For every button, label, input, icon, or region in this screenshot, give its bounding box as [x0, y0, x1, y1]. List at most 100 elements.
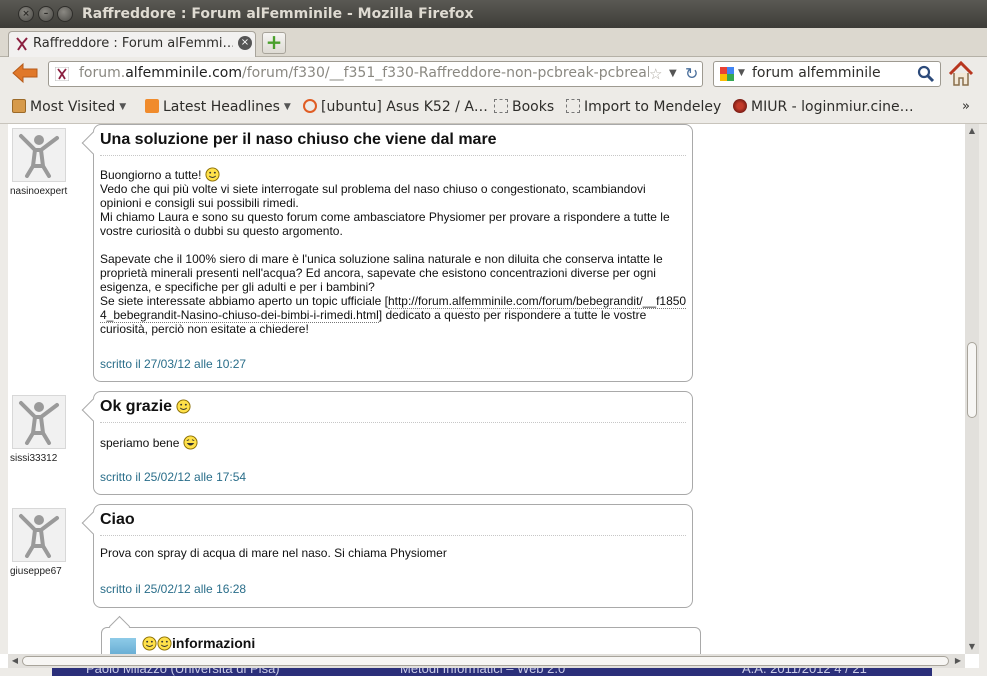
bookmark-latest-headlines[interactable]: Latest Headlines ▼: [145, 99, 291, 115]
search-magnifier-icon[interactable]: [917, 65, 935, 83]
url-history-dropdown-icon[interactable]: ▼: [669, 68, 677, 79]
google-icon[interactable]: [720, 67, 734, 81]
url-path: /forum/f330/__f351_f330-Raffreddore-non-…: [242, 65, 649, 81]
post-body: Buongiorno a tutte! Vedo che qui più vol…: [100, 167, 688, 336]
post-date-link[interactable]: scritto il 25/02/12 alle 16:28: [100, 582, 246, 596]
scroll-up-arrow-icon[interactable]: ▲: [965, 124, 979, 138]
user-silhouette-icon: [19, 401, 59, 445]
minimize-window-button[interactable]: –: [38, 6, 54, 22]
home-icon[interactable]: [947, 60, 975, 88]
vertical-scrollbar[interactable]: ▲ ▼: [965, 124, 979, 654]
horizontal-scrollbar-thumb[interactable]: [22, 656, 949, 666]
browser-window: × – Raffreddore : Forum alFemminile - Mo…: [0, 0, 987, 676]
info-thumbnail: [110, 638, 136, 654]
chevron-down-icon: ▼: [283, 102, 291, 112]
window-left-edge: [0, 124, 8, 654]
post-bubble: Ciao Prova con spray di acqua di mare ne…: [81, 504, 693, 608]
bookmark-star-icon[interactable]: ☆: [649, 65, 662, 83]
post-text-paragraph: Sapevate che il 100% siero di mare è l'u…: [100, 252, 663, 294]
post-username[interactable]: nasinoexpert: [10, 186, 67, 197]
post-username[interactable]: giuseppe67: [10, 566, 62, 577]
smiley-icon: [176, 399, 192, 414]
laughing-smiley-icon: [183, 435, 198, 450]
rss-feed-icon: [145, 99, 159, 113]
bookmark-label: Latest Headlines: [163, 99, 280, 115]
smiley-icon: [142, 636, 157, 651]
reload-icon[interactable]: ↻: [685, 64, 698, 83]
tab-label: Raffreddore : Forum alFemmi…: [33, 36, 233, 51]
post-body: speriamo bene: [100, 435, 688, 450]
avatar[interactable]: [12, 395, 66, 449]
info-box-title-text: informazioni: [172, 635, 256, 651]
url-text[interactable]: forum.alfemminile.com/forum/f330/__f351_…: [79, 65, 649, 81]
page-content: nasinoexpert Una soluzione per il naso c…: [8, 124, 965, 654]
post-text-span: Se siete interessate abbiamo aperto un t…: [100, 294, 388, 308]
search-input[interactable]: forum alfemminile: [752, 65, 881, 81]
back-arrow-icon: [12, 62, 38, 84]
background-footer-left: Paolo Milazzo (Università di Pisa): [86, 668, 280, 676]
info-box-pointer: [108, 615, 131, 638]
vertical-scrollbar-thumb[interactable]: [967, 342, 977, 418]
post-title-text: Ok grazie: [100, 398, 173, 415]
bookmarks-overflow-chevron-icon[interactable]: »: [962, 99, 970, 114]
post-text-line: Buongiorno a tutte!: [100, 168, 202, 182]
post-text-paragraph: Mi chiamo Laura e sono su questo forum c…: [100, 210, 670, 238]
tab-strip: Raffreddore : Forum alFemmi… × +: [0, 28, 987, 57]
background-footer-right: A.A. 2011/2012 4 / 21: [742, 668, 867, 676]
scroll-left-arrow-icon[interactable]: ◀: [8, 654, 22, 668]
forum-post: giuseppe67 Ciao Prova con spray di acqua…: [8, 504, 708, 612]
background-footer-center: Metodi Informatici – Web 2.0: [400, 668, 566, 676]
url-domain: alfemminile.com: [125, 65, 243, 81]
post-text-paragraph: Se siete interessate abbiamo aperto un t…: [100, 294, 688, 336]
bookmark-label: Books: [512, 99, 555, 115]
scroll-right-arrow-icon[interactable]: ▶: [951, 654, 965, 668]
navigation-bar: forum.alfemminile.com/forum/f330/__f351_…: [0, 57, 987, 93]
post-bubble: Una soluzione per il naso chiuso che vie…: [81, 124, 693, 382]
post-date-link[interactable]: scritto il 25/02/12 alle 17:54: [100, 470, 246, 484]
window-right-edge: [979, 124, 987, 676]
bookmark-books[interactable]: Books: [494, 99, 554, 115]
user-silhouette-icon: [19, 134, 59, 178]
close-window-button[interactable]: ×: [18, 6, 34, 22]
bookmark-label: [ubuntu] Asus K52 / A…: [321, 99, 488, 115]
alfemminile-favicon-icon: [16, 37, 28, 51]
post-title: Ok grazie: [100, 398, 192, 416]
post-date-link[interactable]: scritto il 27/03/12 alle 10:27: [100, 357, 246, 371]
back-button[interactable]: [10, 62, 40, 86]
tab-raffreddore[interactable]: Raffreddore : Forum alFemmi… ×: [8, 31, 256, 57]
horizontal-scrollbar[interactable]: ◀ ▶: [8, 654, 965, 668]
forum-post: sissi33312 Ok grazie speriamo bene scrit…: [8, 391, 708, 499]
chevron-down-icon: ▼: [119, 102, 127, 112]
avatar[interactable]: [12, 508, 66, 562]
page-icon: [566, 99, 580, 113]
search-engine-dropdown-icon[interactable]: ▼: [738, 68, 745, 78]
post-separator: [100, 535, 686, 536]
user-silhouette-icon: [19, 514, 59, 558]
background-slide-footer: Paolo Milazzo (Università di Pisa) Metod…: [52, 668, 932, 676]
new-tab-button[interactable]: +: [262, 32, 286, 54]
post-username[interactable]: sissi33312: [10, 453, 57, 464]
folder-icon: [12, 99, 26, 113]
window-title: Raffreddore : Forum alFemminile - Mozill…: [82, 6, 474, 22]
forum-post: nasinoexpert Una soluzione per il naso c…: [8, 124, 708, 386]
info-box: informazioni: [101, 615, 701, 654]
tab-close-icon[interactable]: ×: [238, 36, 252, 50]
scroll-down-arrow-icon[interactable]: ▼: [965, 640, 979, 654]
post-title: Ciao: [100, 511, 135, 528]
bookmark-label: Import to Mendeley: [584, 99, 722, 115]
bookmark-miur[interactable]: MIUR - loginmiur.cine…: [733, 99, 914, 115]
smiley-icon: [205, 167, 220, 182]
search-bar[interactable]: ▼ forum alfemminile: [713, 61, 941, 87]
maximize-window-button[interactable]: [57, 6, 73, 22]
smiley-icon: [157, 636, 172, 651]
post-separator: [100, 422, 686, 423]
bookmark-ubuntu-asus[interactable]: [ubuntu] Asus K52 / A…: [303, 99, 488, 115]
url-bar[interactable]: forum.alfemminile.com/forum/f330/__f351_…: [48, 61, 703, 87]
miur-emblem-icon: [733, 99, 747, 113]
bookmarks-toolbar: Most Visited ▼ Latest Headlines ▼ [ubuntu]…: [0, 93, 987, 124]
bookmark-most-visited[interactable]: Most Visited ▼: [12, 99, 126, 115]
bookmark-import-mendeley[interactable]: Import to Mendeley: [566, 99, 721, 115]
bookmark-label: Most Visited: [30, 99, 116, 115]
ubuntu-icon: [303, 99, 317, 113]
avatar[interactable]: [12, 128, 66, 182]
